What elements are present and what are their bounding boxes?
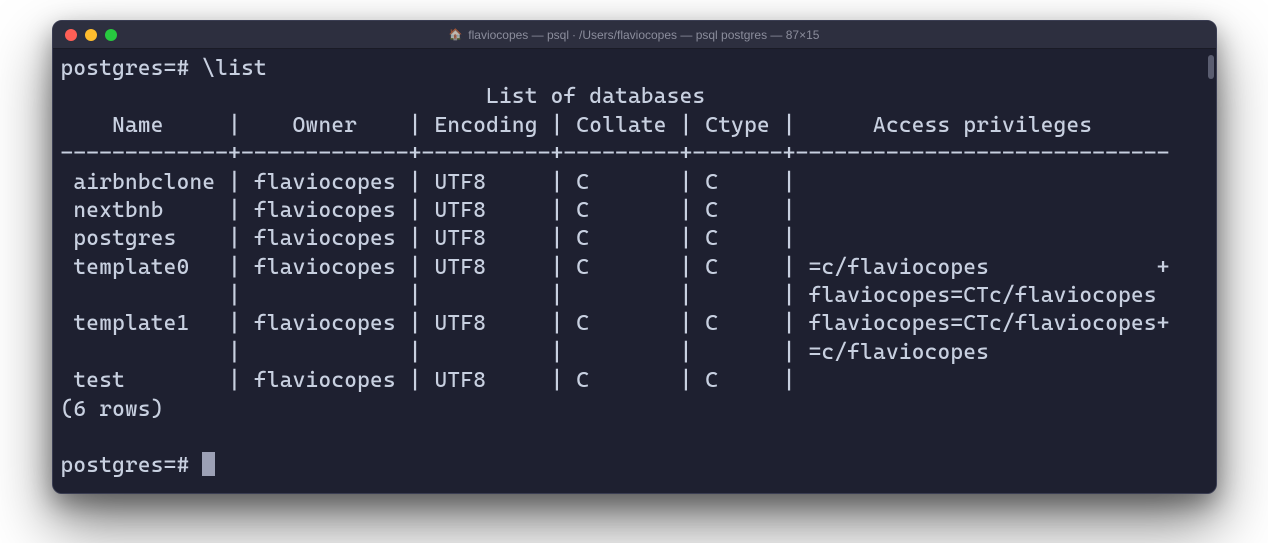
table-row: postgres | flaviocopes | UTF8 | C | C | <box>61 226 809 251</box>
row-count: (6 rows) <box>61 397 164 422</box>
prompt-line-1: postgres=# \list <box>61 56 267 81</box>
minimize-button[interactable] <box>85 29 97 41</box>
table-row: nextbnb | flaviocopes | UTF8 | C | C | <box>61 198 809 223</box>
window-title: 🏠 flaviocopes — psql ∙ /Users/flaviocope… <box>449 28 820 42</box>
maximize-button[interactable] <box>105 29 117 41</box>
window-title-text: flaviocopes — psql ∙ /Users/flaviocopes … <box>468 28 819 42</box>
terminal-body[interactable]: postgres=# \list List of databases Name … <box>53 49 1216 493</box>
prompt-line-2: postgres=# <box>61 453 216 478</box>
terminal-window: 🏠 flaviocopes — psql ∙ /Users/flaviocope… <box>52 20 1217 494</box>
scrollbar[interactable] <box>1208 55 1214 79</box>
table-separator: -------------+-------------+----------+-… <box>61 141 1170 166</box>
window-titlebar[interactable]: 🏠 flaviocopes — psql ∙ /Users/flaviocope… <box>53 21 1216 49</box>
traffic-lights <box>65 29 117 41</box>
cursor <box>202 452 215 476</box>
terminal-content: postgres=# \list List of databases Name … <box>61 55 1208 481</box>
table-row: | | | | | =c/flaviocopes <box>61 340 990 365</box>
close-button[interactable] <box>65 29 77 41</box>
table-row: template0 | flaviocopes | UTF8 | C | C |… <box>61 255 1170 280</box>
table-row: template1 | flaviocopes | UTF8 | C | C |… <box>61 311 1170 336</box>
table-row: test | flaviocopes | UTF8 | C | C | <box>61 368 809 393</box>
table-row: airbnbclone | flaviocopes | UTF8 | C | C… <box>61 170 809 195</box>
table-row: | | | | | flaviocopes=CTc/flaviocopes <box>61 283 1157 308</box>
table-header: Name | Owner | Encoding | Collate | Ctyp… <box>61 113 1170 138</box>
output-heading: List of databases <box>61 84 706 109</box>
home-icon: 🏠 <box>449 28 463 41</box>
